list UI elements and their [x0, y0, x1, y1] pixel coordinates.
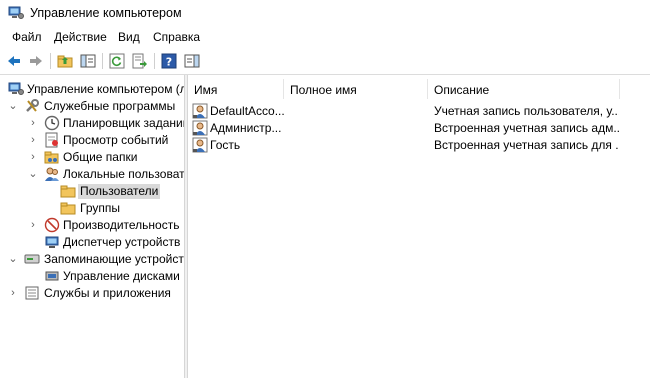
folder-icon [60, 200, 76, 216]
show-hide-tree-button[interactable] [79, 52, 97, 70]
clock-icon [44, 115, 60, 131]
tree-item-system-tools[interactable]: ⌄ Служебные программы [0, 98, 184, 115]
tree-item-task-scheduler[interactable]: › Планировщик заданий [0, 115, 184, 132]
console-tree: Управление компьютером (л ⌄ Служебные пр… [0, 75, 184, 378]
toolbar-separator [102, 53, 103, 69]
tree-item-label: Общие папки [63, 150, 138, 164]
users-group-icon [44, 166, 60, 182]
tree-item-label: Просмотр событий [63, 133, 169, 147]
tree-item-label: Служебные программы [44, 99, 176, 113]
table-row[interactable]: Администр... Встроенная учетная запись а… [188, 120, 650, 137]
chevron-right-icon[interactable]: › [28, 116, 38, 130]
help-button[interactable]: ? [160, 52, 178, 70]
forward-arrow-icon [30, 56, 42, 66]
tree-item-performance[interactable]: › Производительность [0, 217, 184, 234]
chevron-right-icon[interactable]: › [8, 286, 18, 300]
shared-folder-icon [44, 149, 60, 165]
tree-item-users[interactable]: Пользователи [0, 183, 184, 200]
export-list-icon [132, 53, 147, 69]
menu-help[interactable]: Справка [153, 30, 200, 44]
column-header-name[interactable]: Имя [188, 79, 284, 99]
chevron-down-icon[interactable]: ⌄ [8, 252, 18, 266]
tree-item-label: Управление компьютером (л [27, 82, 184, 96]
cell-name: Администр... [210, 121, 282, 135]
tree-item-label: Пользователи [78, 184, 161, 199]
chevron-down-icon[interactable]: ⌄ [28, 167, 38, 181]
refresh-icon [109, 53, 125, 69]
tree-item-services-applications[interactable]: › Службы и приложения [0, 285, 184, 302]
cell-name: Гость [210, 138, 241, 152]
device-manager-icon [44, 234, 60, 250]
column-header-label: Описание [434, 83, 490, 97]
back-button[interactable] [5, 52, 23, 70]
folder-icon [60, 183, 76, 199]
chevron-right-icon[interactable]: › [28, 218, 38, 232]
tree-item-label: Службы и приложения [44, 286, 171, 300]
toolbar: ? [0, 48, 650, 75]
window-title: Управление компьютером [30, 6, 182, 20]
show-hide-tree-icon [80, 54, 96, 68]
cell-description: Встроенная учетная запись для ... [434, 138, 619, 152]
export-list-button[interactable] [131, 52, 149, 70]
tree-item-label: Планировщик заданий [63, 116, 184, 130]
tree-item-label: Производительность [63, 218, 180, 232]
user-icon [192, 120, 208, 136]
column-header-label: Полное имя [290, 83, 357, 97]
tree-item-storage[interactable]: ⌄ Запоминающие устройст [0, 251, 184, 268]
toolbar-separator [50, 53, 51, 69]
computer-management-icon [8, 81, 24, 97]
user-icon [192, 137, 208, 153]
tree-item-label: Локальные пользовате [63, 167, 184, 181]
tree-item-shared-folders[interactable]: › Общие папки [0, 149, 184, 166]
cell-description: Учетная запись пользователя, у... [434, 104, 619, 118]
chevron-down-icon[interactable]: ⌄ [8, 99, 18, 113]
table-row[interactable]: DefaultAcco... Учетная запись пользовате… [188, 103, 650, 120]
tree-item-label: Управление дисками [63, 269, 180, 283]
action-pane-button[interactable] [183, 52, 201, 70]
user-icon [192, 103, 208, 119]
menu-bar: Файл Действие Вид Справка [0, 26, 650, 48]
svg-text:?: ? [166, 56, 172, 69]
back-arrow-icon [8, 56, 20, 66]
chevron-right-icon[interactable]: › [28, 150, 38, 164]
tree-item-label: Диспетчер устройств [63, 235, 181, 249]
cell-description: Встроенная учетная запись адм... [434, 121, 619, 135]
refresh-button[interactable] [108, 52, 126, 70]
computer-management-icon [8, 6, 24, 20]
menu-file[interactable]: Файл [12, 30, 42, 44]
column-header-full-name[interactable]: Полное имя [284, 79, 428, 99]
tree-item-local-users-groups[interactable]: ⌄ Локальные пользовате [0, 166, 184, 183]
forward-button[interactable] [27, 52, 45, 70]
title-bar: Управление компьютером [0, 0, 650, 26]
tree-item-event-viewer[interactable]: › Просмотр событий [0, 132, 184, 149]
tree-item-device-manager[interactable]: Диспетчер устройств [0, 234, 184, 251]
menu-view[interactable]: Вид [118, 30, 140, 44]
column-header-label: Имя [194, 83, 218, 97]
help-icon: ? [161, 53, 177, 69]
table-row[interactable]: Гость Встроенная учетная запись для ... [188, 137, 650, 154]
up-one-level-button[interactable] [56, 52, 74, 70]
toolbar-separator [154, 53, 155, 69]
cell-name: DefaultAcco... [210, 104, 284, 118]
disk-management-icon [44, 268, 60, 284]
action-pane-icon [184, 54, 200, 68]
performance-icon [44, 217, 60, 233]
menu-action[interactable]: Действие [54, 30, 107, 44]
column-header-description[interactable]: Описание [428, 79, 620, 99]
up-folder-icon [57, 55, 73, 68]
event-viewer-icon [44, 132, 60, 148]
details-list: Имя Полное имя Описание DefaultAcco... У… [188, 75, 650, 378]
chevron-right-icon[interactable]: › [28, 133, 38, 147]
tree-item-groups[interactable]: Группы [0, 200, 184, 217]
tree-item-disk-management[interactable]: Управление дисками [0, 268, 184, 285]
tree-item-computer-management[interactable]: Управление компьютером (л [0, 81, 184, 98]
services-icon [24, 285, 40, 301]
tools-icon [24, 98, 40, 114]
tree-item-label: Группы [80, 201, 120, 215]
tree-item-label: Запоминающие устройст [44, 252, 184, 266]
storage-icon [24, 251, 40, 267]
